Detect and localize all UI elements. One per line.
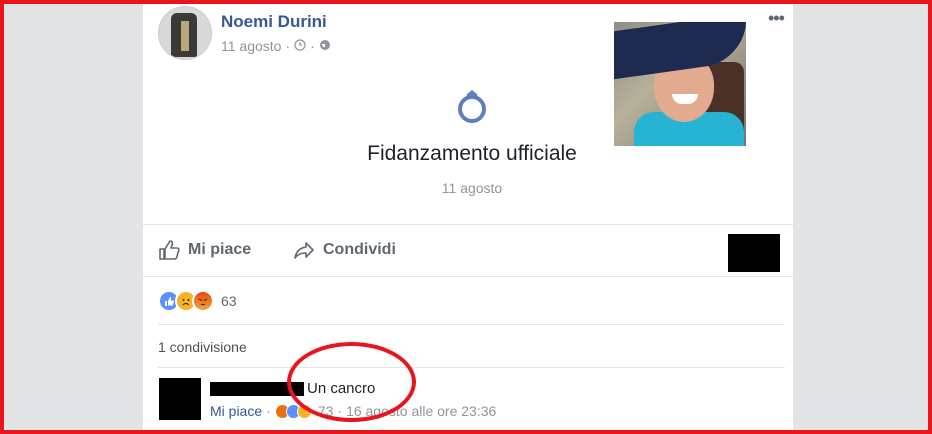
angry-reaction-icon bbox=[192, 290, 214, 312]
divider bbox=[158, 367, 785, 368]
author-avatar[interactable] bbox=[158, 6, 212, 60]
post-meta: 11 agosto · · bbox=[221, 38, 331, 54]
comment-like-link[interactable]: Mi piace bbox=[210, 403, 262, 419]
reactions-count: 63 bbox=[221, 293, 237, 309]
reactions-summary[interactable]: 63 bbox=[158, 290, 237, 312]
clock-icon bbox=[294, 38, 306, 54]
redacted-box bbox=[728, 234, 780, 272]
shares-count[interactable]: 1 condivisione bbox=[158, 339, 247, 355]
commenter-avatar-redacted bbox=[159, 378, 201, 420]
event-title: Fidanzamento ufficiale bbox=[367, 142, 577, 165]
globe-icon[interactable] bbox=[319, 39, 331, 54]
like-button[interactable]: Mi piace bbox=[158, 239, 251, 261]
share-button[interactable]: Condividi bbox=[293, 239, 396, 261]
more-options-icon[interactable]: ••• bbox=[768, 8, 785, 29]
share-arrow-icon bbox=[294, 242, 314, 259]
author-name[interactable]: Noemi Durini bbox=[221, 12, 327, 32]
right-background bbox=[793, 0, 932, 434]
left-background bbox=[0, 0, 143, 434]
profile-photo[interactable] bbox=[614, 22, 746, 146]
ring-icon bbox=[458, 90, 486, 123]
divider bbox=[143, 224, 793, 225]
highlight-circle bbox=[287, 342, 416, 422]
post-date[interactable]: 11 agosto bbox=[221, 38, 281, 54]
thumbs-up-icon bbox=[159, 240, 180, 260]
divider bbox=[158, 324, 785, 325]
divider bbox=[143, 276, 793, 277]
event-date: 11 agosto bbox=[441, 180, 503, 196]
